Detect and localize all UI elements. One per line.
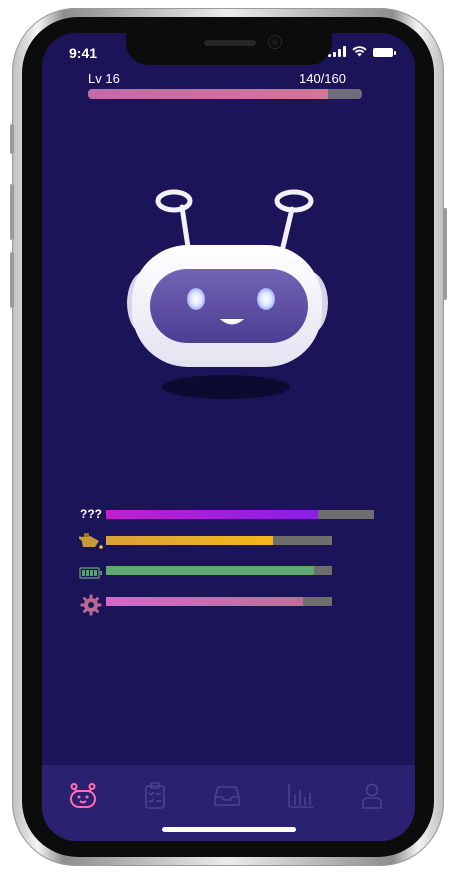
robot-visor (150, 269, 308, 343)
stat-bar-mystery (106, 510, 374, 519)
gear-icon (78, 594, 104, 616)
tab-profile[interactable] (355, 779, 389, 813)
stat-fill-mystery (106, 510, 318, 519)
notch (126, 33, 332, 65)
volume-down-button (10, 252, 14, 308)
battery-icon (373, 48, 396, 57)
level-label: Lv 16 (88, 71, 120, 86)
mute-switch (10, 124, 14, 154)
volume-up-button (10, 184, 14, 240)
app-screen: 9:41 Lv 16 140/160 ??? (42, 33, 415, 841)
mystery-icon: ??? (80, 507, 102, 521)
stat-fill-battery (106, 566, 314, 575)
robot-shadow (162, 375, 290, 399)
xp-progress-bar (88, 89, 362, 99)
tab-robot[interactable] (66, 779, 100, 813)
stat-bar-gear (106, 597, 332, 606)
stat-fill-gear (106, 597, 303, 606)
inbox-tray-icon (214, 786, 240, 806)
robot-antenna-right (280, 206, 295, 250)
robot-tab-icon (70, 783, 96, 808)
robot-antenna-left-ring (155, 189, 193, 213)
home-indicator (162, 827, 296, 832)
stat-bar-battery (106, 566, 332, 575)
front-camera (269, 36, 281, 48)
tab-inbox[interactable] (210, 779, 244, 813)
tab-stats[interactable] (284, 779, 318, 813)
xp-progress-fill (88, 89, 328, 99)
wifi-icon (352, 46, 367, 57)
user-profile-icon (362, 783, 382, 809)
robot-antenna-right-ring (274, 189, 314, 213)
power-button (443, 208, 447, 300)
status-icons (328, 46, 396, 57)
stat-fill-oil (106, 536, 274, 545)
earpiece-speaker (204, 40, 256, 46)
status-time: 9:41 (69, 45, 98, 61)
clipboard-tasks-icon (145, 782, 165, 809)
battery-level-icon (78, 563, 104, 583)
robot-mascot[interactable] (116, 185, 340, 405)
tab-tasks[interactable] (138, 779, 172, 813)
robot-antenna-left (179, 204, 191, 250)
robot-eye-left (187, 288, 205, 310)
bar-chart-icon (288, 784, 314, 808)
robot-eye-right (257, 288, 275, 310)
stat-bar-oil (106, 536, 332, 545)
tab-bar (42, 765, 415, 841)
xp-counter: 140/160 (299, 71, 346, 86)
oil-can-icon (78, 530, 104, 550)
